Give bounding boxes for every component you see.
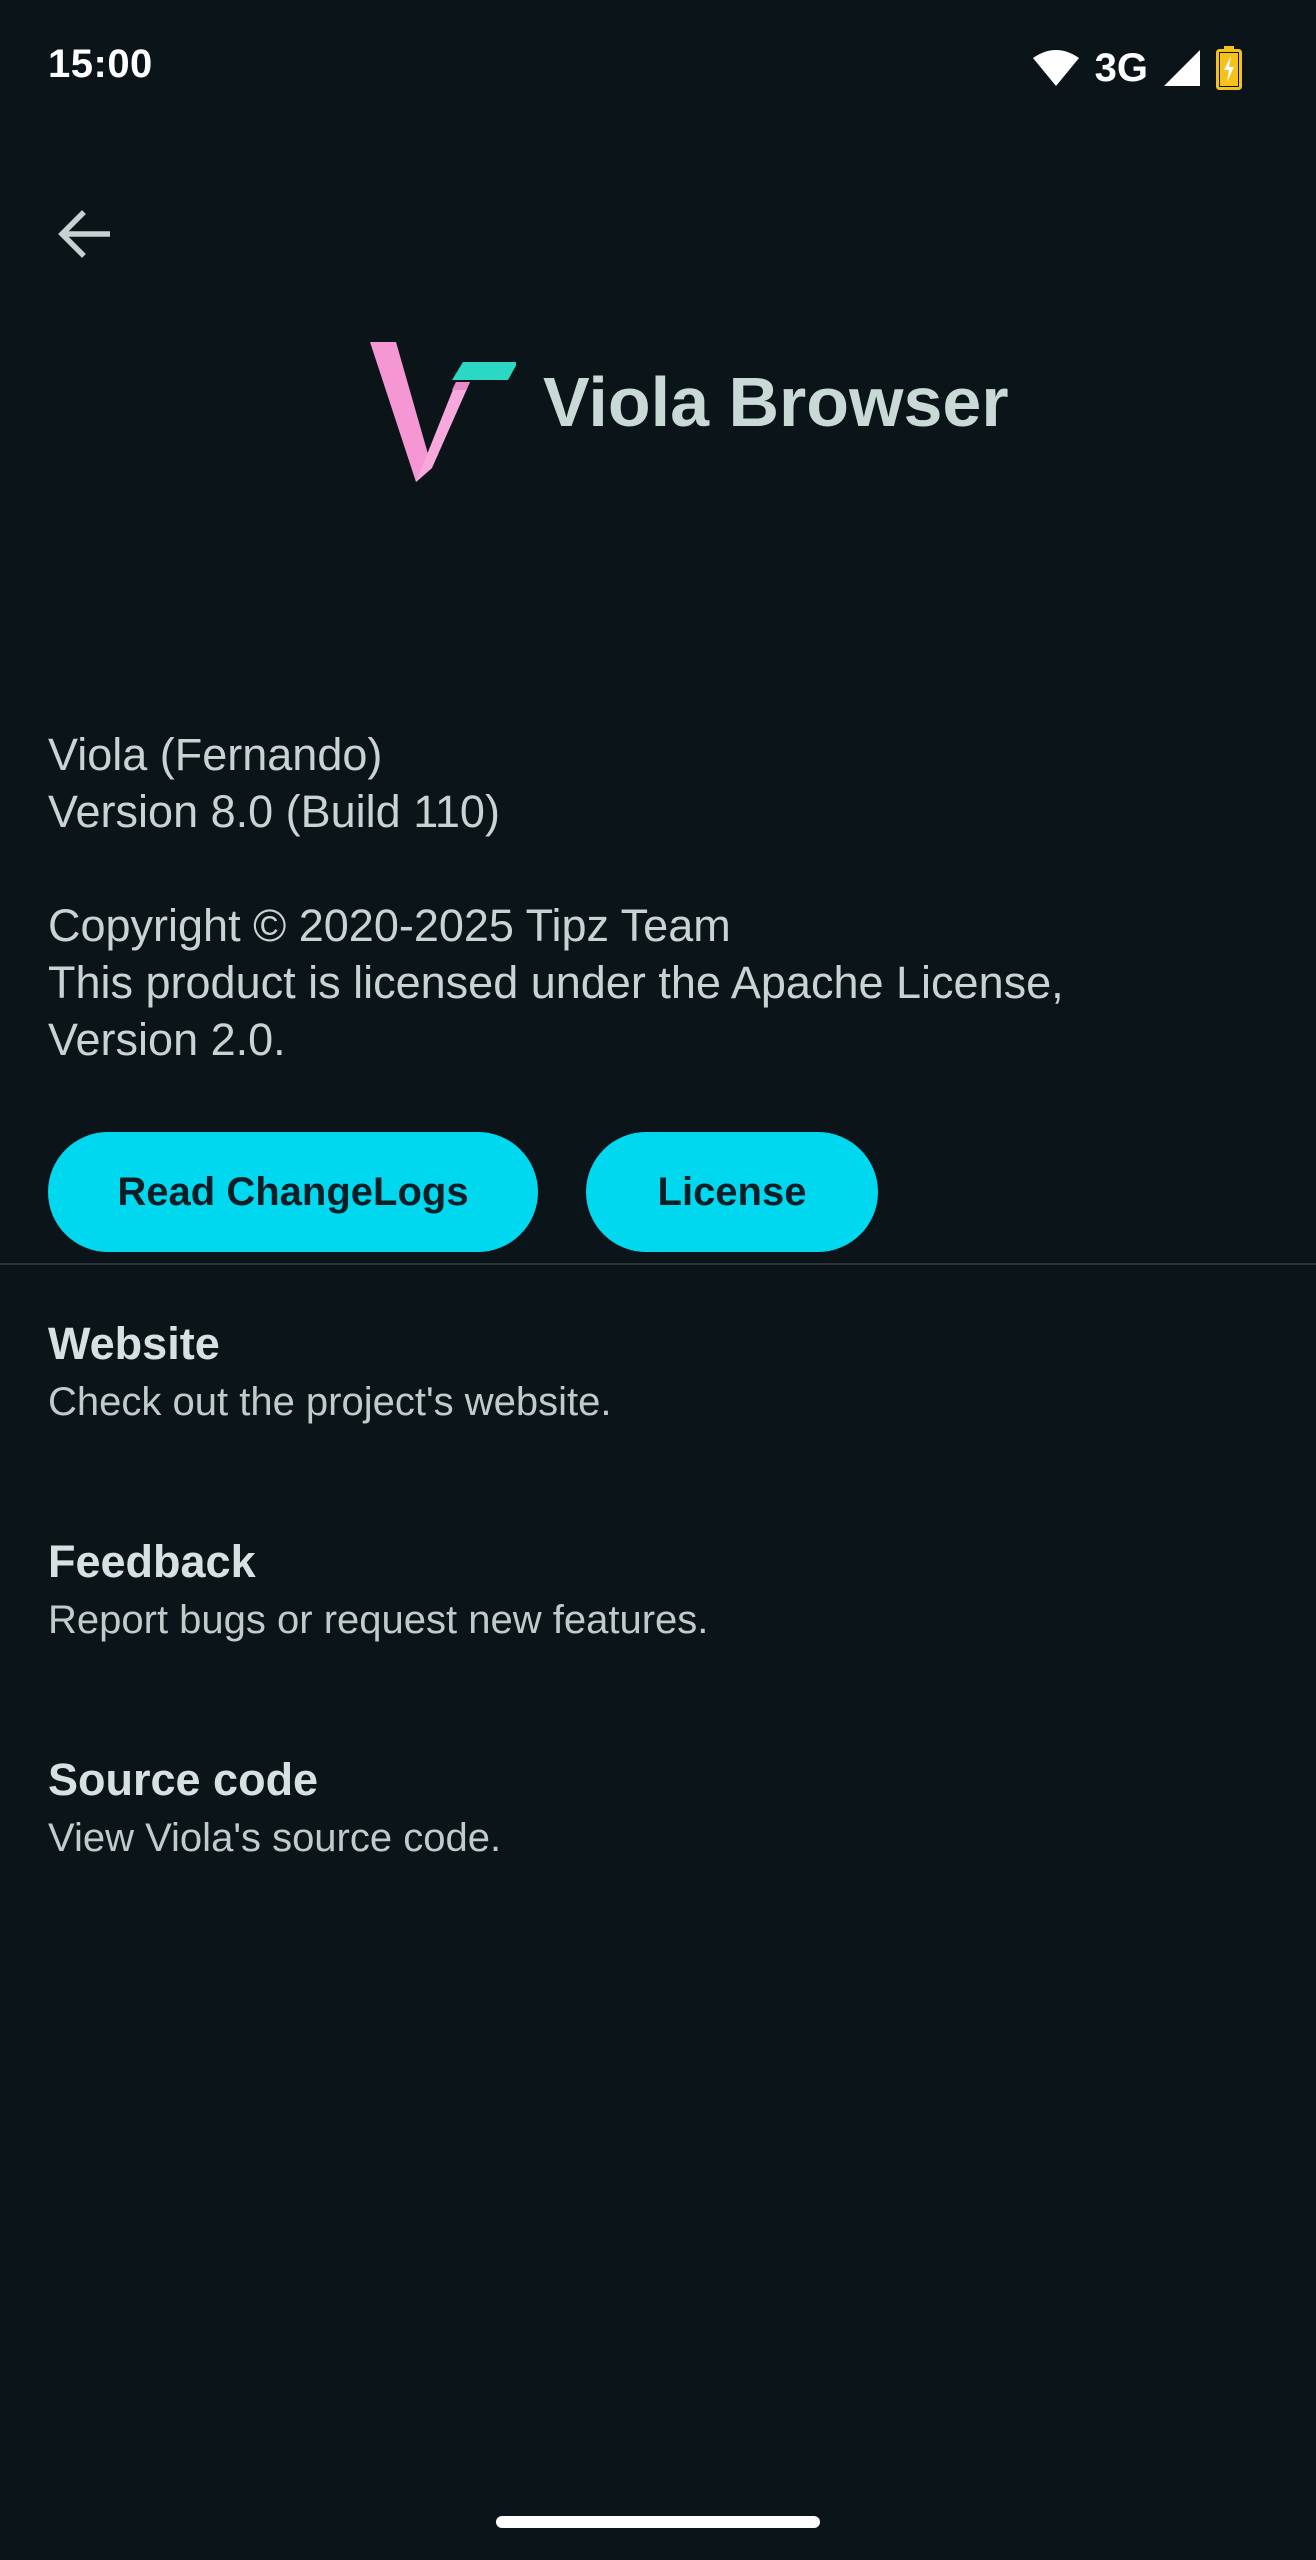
status-icons: 3G [1031, 40, 1242, 96]
list-item-source-code[interactable]: Source code View Viola's source code. [0, 1754, 1316, 1972]
license-text-line-2: Version 2.0. [48, 1014, 286, 1065]
battery-charging-icon [1216, 46, 1242, 90]
about-info: Viola (Fernando) Version 8.0 (Build 110)… [48, 726, 1278, 1068]
list-item-subtitle: Check out the project's website. [48, 1380, 612, 1424]
copyright-text: Copyright © 2020-2025 Tipz Team [48, 900, 731, 951]
divider [0, 1263, 1316, 1265]
status-time: 15:00 [48, 42, 153, 86]
read-changelogs-button[interactable]: Read ChangeLogs [48, 1132, 538, 1252]
signal-icon [1164, 50, 1200, 86]
list-item-title: Feedback [48, 1536, 256, 1587]
list-item-feedback[interactable]: Feedback Report bugs or request new feat… [0, 1536, 1316, 1754]
action-buttons: Read ChangeLogs License [48, 1132, 878, 1252]
list-item-title: Website [48, 1318, 220, 1369]
back-button[interactable] [36, 186, 132, 282]
viola-logo-icon [370, 342, 516, 482]
license-button[interactable]: License [586, 1132, 878, 1252]
wifi-icon [1032, 50, 1079, 86]
arrow-back-icon [58, 210, 110, 258]
home-indicator[interactable] [496, 2516, 820, 2528]
list-item-subtitle: View Viola's source code. [48, 1816, 502, 1860]
network-type: 3G [1094, 45, 1148, 90]
list-item-subtitle: Report bugs or request new features. [48, 1598, 709, 1642]
app-version: Version 8.0 (Build 110) [48, 786, 500, 837]
app-name: Viola Browser [543, 363, 1009, 441]
app-codename: Viola (Fernando) [48, 729, 383, 780]
list-item-website[interactable]: Website Check out the project's website. [0, 1318, 1316, 1536]
license-text-line-1: This product is licensed under the Apach… [48, 957, 1064, 1008]
list-item-title: Source code [48, 1754, 319, 1805]
about-screen: 15:00 3G Viola Browser Viola (Fernando) … [0, 0, 1316, 2560]
